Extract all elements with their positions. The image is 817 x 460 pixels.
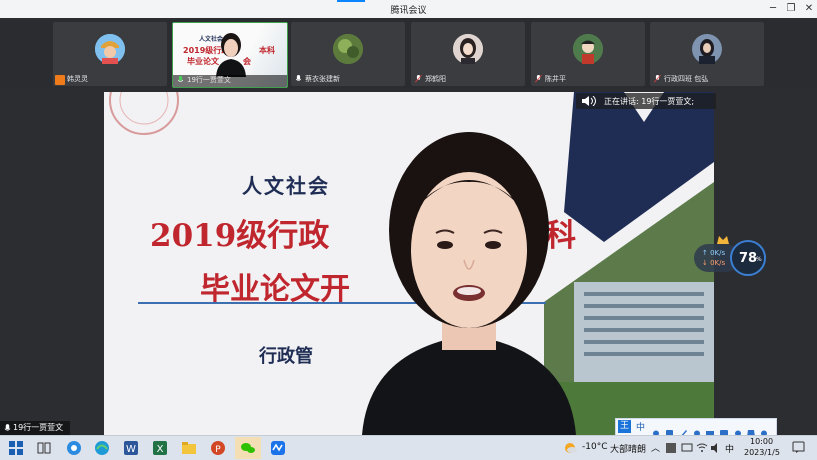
avatar: [573, 34, 603, 64]
powerpoint-icon[interactable]: P: [210, 440, 226, 456]
tray-expand-icon[interactable]: ︿: [651, 441, 660, 454]
title-accent: [337, 0, 365, 2]
network-percent: 78: [739, 251, 758, 266]
slide-line4: 行政管: [259, 346, 313, 367]
ime-brand[interactable]: 王: [618, 420, 631, 433]
tencent-meeting-icon[interactable]: [270, 440, 286, 456]
crown-icon: [717, 236, 729, 244]
avatar: [333, 34, 363, 64]
wifi-icon[interactable]: [696, 442, 708, 454]
participant-name: 郑鹤阳: [425, 75, 446, 83]
mic-muted-icon: [415, 75, 422, 83]
ime-language-indicator[interactable]: 中: [725, 442, 734, 455]
close-button[interactable]: ✕: [802, 2, 816, 16]
participant-thumb[interactable]: 陈井平: [531, 22, 645, 86]
participant-thumb[interactable]: 蔡衣张建新: [291, 22, 405, 86]
edge-browser-icon[interactable]: [94, 440, 110, 456]
participant-name: 韩灵灵: [67, 75, 88, 83]
mic-icon: [295, 75, 302, 81]
weather-temp[interactable]: -10°C: [582, 442, 607, 452]
tray-monitor-icon[interactable]: [681, 442, 693, 454]
participant-thumb[interactable]: 郑鹤阳: [411, 22, 525, 86]
mic-muted-icon: [535, 75, 542, 83]
participant-name: 19行一贾萱文: [187, 76, 231, 84]
notification-icon[interactable]: [792, 441, 805, 454]
participant-name: 行政四班 包弘: [664, 75, 709, 83]
svg-text:X: X: [157, 444, 164, 455]
avatar: [453, 34, 483, 64]
ime-tool-icons[interactable]: [652, 423, 770, 438]
thumb-slide-line2-suffix: 本科: [259, 46, 275, 55]
network-monitor[interactable]: ↑ 0K/s ↓ 0K/s 78 %: [694, 236, 766, 276]
participant-thumb[interactable]: 韩灵灵: [53, 22, 167, 86]
speaker-wave-icon: [582, 96, 596, 106]
taskbar: W X P -10°C 大部晴朗 ︿ 中 10:00 2023/1/5: [0, 435, 817, 460]
current-speaker-tag: 19行一贾萱文: [0, 421, 70, 435]
thumb-speaker: [213, 29, 249, 77]
file-explorer-icon[interactable]: [181, 440, 197, 456]
task-view-icon[interactable]: [36, 440, 52, 456]
volume-icon[interactable]: [710, 442, 722, 454]
download-speed: ↓ 0K/s: [702, 259, 726, 267]
slide-line2a: 2019级行政: [150, 218, 330, 254]
minimize-button[interactable]: ─: [766, 2, 780, 16]
speaker-video: [362, 132, 576, 435]
ie-browser-icon[interactable]: [66, 440, 82, 456]
maximize-button[interactable]: ❐: [784, 2, 798, 16]
avatar: [95, 34, 125, 64]
shared-video[interactable]: 人文社会 2019级行政 本科 毕业论文开 会 行政管: [104, 92, 714, 435]
tray-app-icon[interactable]: [665, 442, 677, 454]
clock-date[interactable]: 2023/1/5: [744, 448, 780, 457]
mic-icon: [177, 76, 184, 82]
window-title: 腾讯会议: [390, 6, 427, 16]
network-percent-unit: %: [756, 256, 762, 263]
current-speaker-name: 19行一贾萱文: [13, 423, 64, 432]
ime-mode[interactable]: 中: [636, 420, 645, 433]
upload-speed: ↑ 0K/s: [702, 249, 726, 257]
slide-line1: 人文社会: [242, 174, 330, 198]
excel-icon[interactable]: X: [152, 440, 168, 456]
mic-icon: [4, 424, 11, 431]
word-icon[interactable]: W: [123, 440, 139, 456]
host-icon: [55, 75, 65, 85]
speaking-indicator: 正在讲话: 19行一贾萱文;: [576, 93, 716, 109]
title-bar: 腾讯会议 ─ ❐ ✕: [0, 0, 817, 18]
svg-text:P: P: [215, 445, 221, 455]
mic-muted-icon: [654, 75, 661, 83]
participant-name: 陈井平: [545, 75, 566, 83]
participant-name: 蔡衣张建新: [305, 75, 340, 83]
participant-thumb-active[interactable]: 人文社会 2019级行政 本科 毕业论文 会 19行一贾萱文: [172, 22, 288, 88]
weather-sun-icon[interactable]: [562, 440, 578, 456]
avatar: [692, 34, 722, 64]
ime-toolbar[interactable]: 王 中: [615, 418, 777, 438]
svg-text:W: W: [126, 444, 136, 455]
clock-time[interactable]: 10:00: [750, 437, 773, 446]
weather-desc[interactable]: 大部晴朗: [610, 442, 646, 455]
speaking-label: 正在讲话: 19行一贾萱文;: [604, 97, 695, 106]
participant-thumb[interactable]: 行政四班 包弘: [650, 22, 764, 86]
windows-start-icon[interactable]: [8, 440, 24, 456]
wechat-icon[interactable]: [240, 440, 256, 456]
slide-line3a: 毕业论文开: [200, 272, 350, 307]
